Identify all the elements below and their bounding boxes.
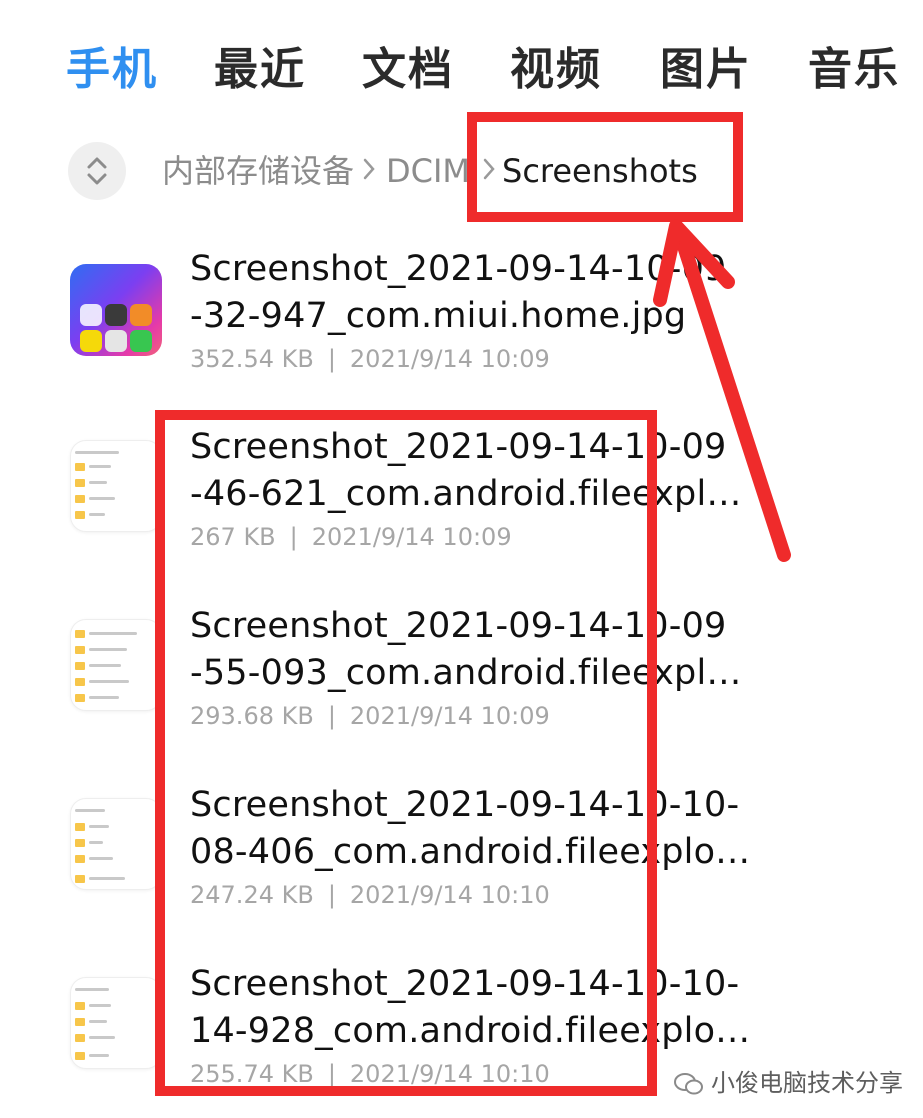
file-date: 2021/9/14 10:09 (349, 345, 550, 373)
list-item[interactable]: Screenshot_2021-09-14-10-09 -32-947_com.… (0, 240, 923, 410)
file-thumbnail (70, 798, 162, 890)
file-thumbnail (70, 440, 162, 532)
breadcrumb-dcim[interactable]: DCIM (386, 150, 470, 192)
tab-recent[interactable]: 最近 (214, 38, 306, 102)
annotation-box-breadcrumb (467, 112, 743, 222)
file-name: Screenshot_2021-09-14-10-09 -32-947_com.… (190, 249, 727, 336)
tab-phone[interactable]: 手机 (66, 38, 158, 102)
annotation-box-file-list (155, 410, 657, 1096)
file-size: 352.54 KB (190, 345, 314, 373)
file-thumbnail (70, 977, 162, 1069)
watermark-text: 小俊电脑技术分享 (711, 1069, 903, 1097)
file-thumbnail (70, 619, 162, 711)
chevron-right-icon (363, 158, 375, 180)
chevron-up-down-icon (87, 157, 107, 185)
tab-images[interactable]: 图片 (660, 38, 752, 102)
breadcrumb-internal-storage[interactable]: 内部存储设备 (162, 150, 354, 192)
wechat-icon (674, 1073, 703, 1095)
category-tabs: 手机 最近 文档 视频 图片 音乐 (0, 38, 923, 102)
watermark: 小俊电脑技术分享 (673, 1063, 903, 1098)
tab-music[interactable]: 音乐 (808, 38, 900, 102)
breadcrumb: 内部存储设备 DCIM Screenshots (0, 138, 923, 204)
meta-separator: | (327, 345, 336, 373)
expand-collapse-button[interactable] (68, 142, 126, 200)
tab-videos[interactable]: 视频 (510, 38, 602, 102)
file-meta: 352.54 KB | 2021/9/14 10:09 (190, 344, 550, 374)
tab-documents[interactable]: 文档 (362, 38, 454, 102)
file-thumbnail (70, 264, 162, 356)
